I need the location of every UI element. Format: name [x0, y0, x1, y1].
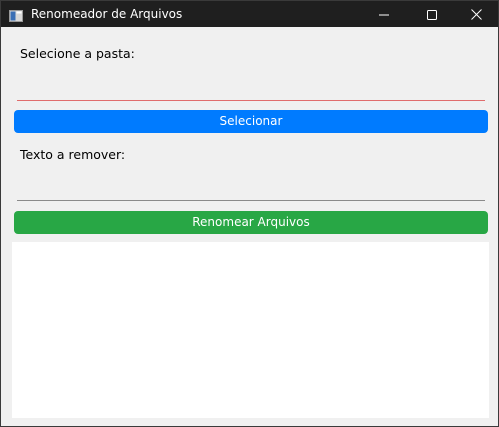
close-icon [470, 5, 482, 24]
window-title: Renomeador de Arquivos [31, 7, 183, 21]
app-window: Renomeador de Arquivos Selecione a pasta… [0, 0, 499, 427]
rename-files-button[interactable]: Renomear Arquivos [14, 211, 488, 234]
remove-text-label: Texto a remover: [20, 147, 126, 162]
title-bar[interactable]: Renomeador de Arquivos [1, 1, 498, 27]
folder-label: Selecione a pasta: [20, 46, 135, 61]
minimize-button[interactable] [361, 1, 407, 27]
select-folder-button[interactable]: Selecionar [14, 110, 488, 133]
maximize-icon [427, 5, 437, 24]
minimize-icon [379, 5, 389, 24]
log-output-area[interactable] [12, 242, 489, 418]
app-window-icon [9, 7, 23, 22]
maximize-button[interactable] [409, 1, 455, 27]
close-button[interactable] [453, 1, 499, 27]
folder-path-input[interactable] [17, 77, 485, 101]
remove-text-input[interactable] [17, 177, 485, 201]
